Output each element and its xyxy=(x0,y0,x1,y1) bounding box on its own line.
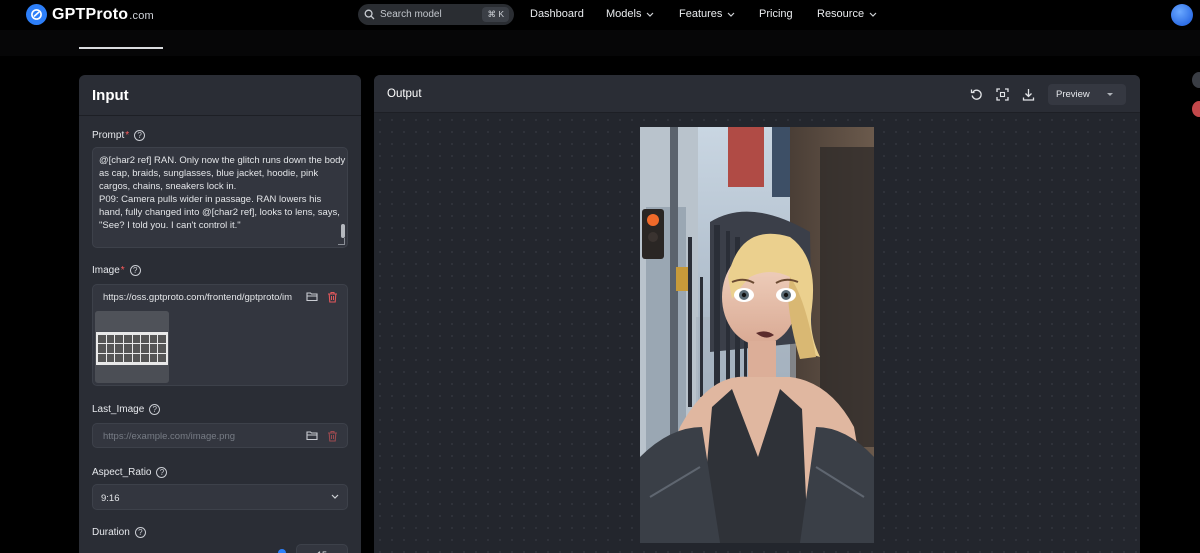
brand-logo[interactable]: GPTProto.com xyxy=(26,4,154,25)
prompt-line: hand, fully changed into @[char2 ref], l… xyxy=(99,207,340,218)
prompt-line: P09: Camera pulls wider in passage. RAN … xyxy=(99,194,322,205)
trash-icon[interactable] xyxy=(327,430,338,442)
help-icon[interactable]: ? xyxy=(149,404,161,415)
last-image-label: Last_Image ? xyxy=(92,404,161,415)
search-placeholder: Search model xyxy=(380,9,442,20)
aspect-ratio-value: 9:16 xyxy=(101,493,120,504)
chevron-down-icon xyxy=(727,12,735,17)
output-panel-title: Output xyxy=(387,88,422,100)
duration-label: Duration ? xyxy=(92,527,146,538)
floating-action-button[interactable] xyxy=(1192,101,1200,117)
aspect-ratio-label: Aspect_Ratio ? xyxy=(92,467,168,478)
textarea-resize-handle[interactable] xyxy=(338,238,345,245)
active-tab-indicator xyxy=(79,47,163,49)
image-label: Image * ? xyxy=(92,265,141,276)
nav-features[interactable]: Features xyxy=(679,8,735,20)
help-icon[interactable]: ? xyxy=(134,130,146,141)
help-icon[interactable]: ? xyxy=(156,467,168,478)
aspect-ratio-select[interactable]: 9:16 xyxy=(92,484,348,510)
nav-models[interactable]: Models xyxy=(606,8,654,20)
image-thumbnail[interactable] xyxy=(95,311,169,383)
search-shortcut-badge: ⌘ K xyxy=(482,7,509,22)
image-url-value: https://oss.gptproto.com/frontend/gptpro… xyxy=(103,292,293,303)
chevron-down-icon xyxy=(331,494,339,499)
prompt-line: as cap, braids, sunglasses, blue jacket,… xyxy=(99,168,319,179)
input-panel-title: Input xyxy=(92,87,129,104)
prompt-line: @[char2 ref] RAN. Only now the glitch ru… xyxy=(99,155,346,166)
image-preview-area xyxy=(92,308,348,386)
brand-name: GPTProto.com xyxy=(52,5,154,23)
search-icon xyxy=(364,9,375,20)
help-icon[interactable]: ? xyxy=(134,527,146,538)
help-icon[interactable]: ? xyxy=(129,265,141,276)
panel-divider xyxy=(79,115,361,116)
gptproto-logo-icon xyxy=(26,4,47,25)
chevron-down-icon xyxy=(647,12,654,17)
trash-icon[interactable] xyxy=(327,291,338,303)
generated-image[interactable] xyxy=(640,127,874,543)
prompt-line: cargos, chains, sneakers lock in. xyxy=(99,181,237,192)
textarea-scrollbar[interactable] xyxy=(341,224,345,238)
prompt-textarea[interactable]: @[char2 ref] RAN. Only now the glitch ru… xyxy=(92,147,348,248)
top-nav: GPTProto.com Search model ⌘ K Dashboard … xyxy=(0,0,1200,30)
floating-action-button[interactable] xyxy=(1192,72,1200,88)
last-image-placeholder: https://example.com/image.png xyxy=(103,431,236,442)
last-image-url-input[interactable]: https://example.com/image.png xyxy=(92,423,348,448)
generated-image-art xyxy=(640,127,874,543)
nav-resource[interactable]: Resource xyxy=(817,8,877,20)
search-model-input[interactable]: Search model ⌘ K xyxy=(358,4,514,25)
refresh-icon[interactable] xyxy=(970,88,983,101)
view-mode-value: Preview xyxy=(1056,89,1090,100)
user-avatar[interactable] xyxy=(1171,4,1193,26)
required-marker: * xyxy=(120,265,125,276)
prompt-line: "See? I told you. I can't control it." xyxy=(99,220,241,231)
prompt-label: Prompt * ? xyxy=(92,130,146,141)
nav-dashboard[interactable]: Dashboard xyxy=(530,8,584,20)
download-icon[interactable] xyxy=(1022,88,1035,101)
caret-down-icon xyxy=(1107,93,1113,96)
duration-slider-handle[interactable] xyxy=(278,549,286,553)
required-marker: * xyxy=(125,130,130,141)
duration-input[interactable]: 15 xyxy=(296,544,348,553)
folder-icon[interactable] xyxy=(306,291,318,302)
image-url-input[interactable]: https://oss.gptproto.com/frontend/gptpro… xyxy=(92,284,348,309)
fullscreen-icon[interactable] xyxy=(996,88,1009,101)
nav-pricing[interactable]: Pricing xyxy=(759,8,793,20)
output-header: Output Preview xyxy=(374,75,1140,113)
output-panel: Output Preview xyxy=(374,75,1140,553)
input-panel: Input Prompt * ? @[char2 ref] RAN. Only n… xyxy=(79,75,361,553)
folder-icon[interactable] xyxy=(306,430,318,441)
view-mode-select[interactable]: Preview xyxy=(1048,84,1126,105)
chevron-down-icon xyxy=(869,12,877,17)
tab-strip xyxy=(0,30,1200,56)
